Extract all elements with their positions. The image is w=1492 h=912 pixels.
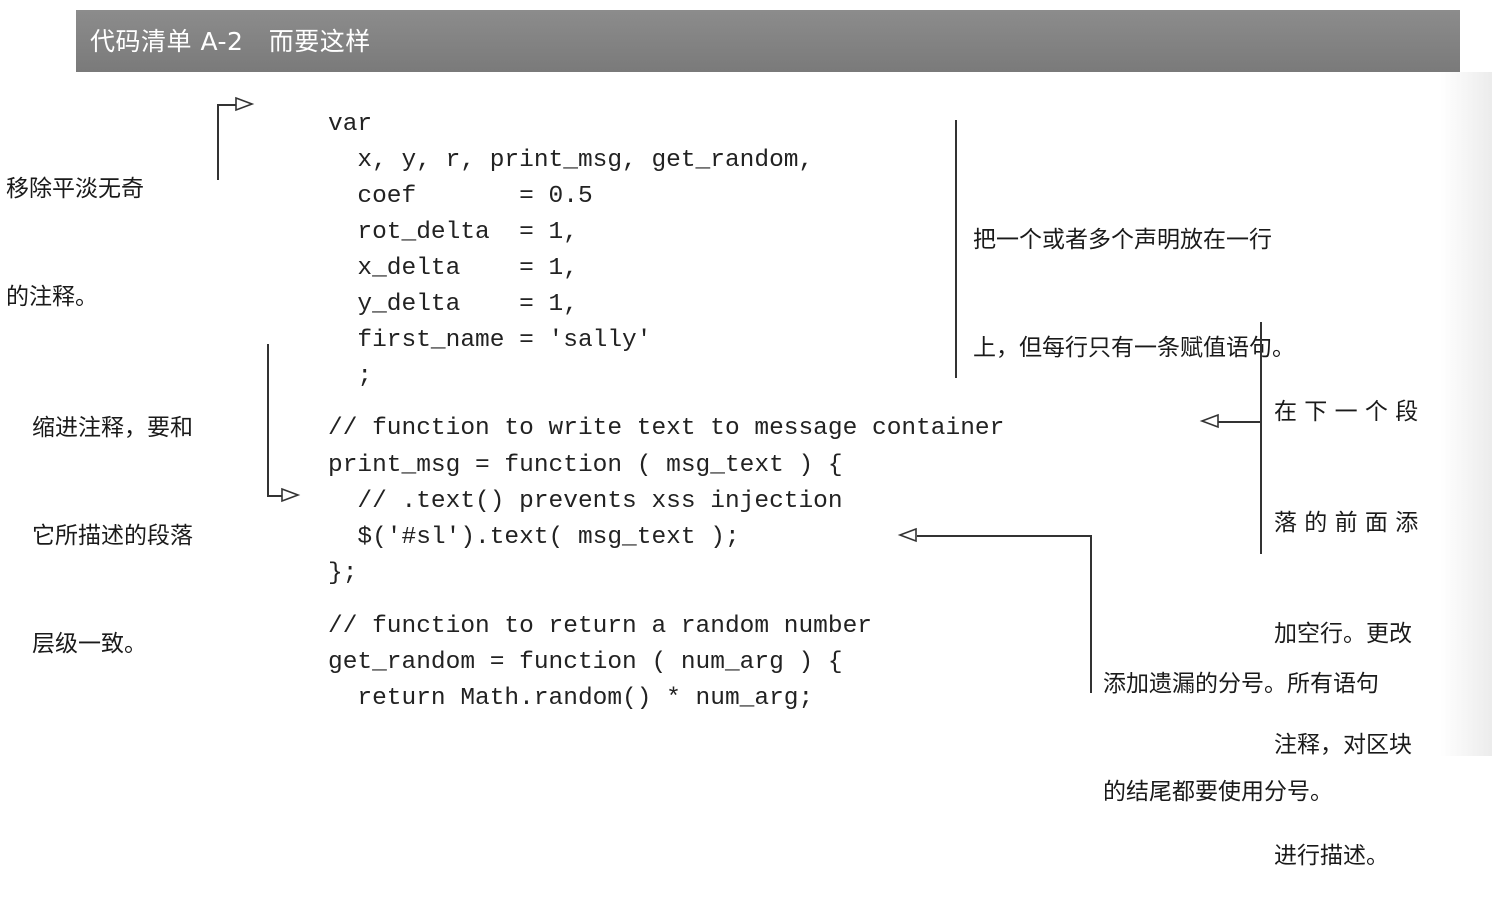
callout-line [1260, 322, 1262, 554]
callout-line [267, 344, 269, 496]
annotation-line: 的注释。 [6, 284, 98, 310]
annotation-line: 把一个或者多个声明放在一行 [973, 227, 1272, 253]
callout-line [1218, 421, 1260, 423]
annotation-line: 上，但每行只有一条赋值语句。 [973, 335, 1295, 361]
annotation-line: 在 下 一 个 段 [1274, 399, 1419, 425]
code-line: x, y, r, print_msg, get_random, [328, 147, 814, 174]
annotation-indent-comments: 缩进注释，要和 它所描述的段落 层级一致。 [32, 338, 193, 698]
code-line: get_random = function ( num_arg ) { [328, 649, 843, 676]
annotation-remove-comments: 移除平淡无奇 的注释。 [6, 99, 144, 351]
annotation-line: 缩进注释，要和 [32, 415, 193, 441]
arrow-head-icon [897, 527, 917, 543]
callout-line [1090, 535, 1092, 693]
code-line: first_name = 'sally' [328, 327, 652, 354]
arrow-head-icon [235, 96, 255, 112]
code-line: // .text() prevents xss injection [328, 488, 843, 515]
code-line: rot_delta = 1, [328, 219, 578, 246]
code-line: x_delta = 1, [328, 255, 578, 282]
callout-line [267, 495, 283, 497]
callout-bracket [217, 104, 219, 180]
code-line: return Math.random() * num_arg; [328, 685, 814, 712]
annotation-line: 它所描述的段落 [32, 523, 193, 549]
annotation-line: 移除平淡无奇 [6, 176, 144, 202]
page-edge-shade [1440, 72, 1492, 756]
code-line: y_delta = 1, [328, 291, 578, 318]
annotation-line: 层级一致。 [32, 631, 147, 657]
listing-title: 代码清单 A-2 而要这样 [90, 27, 371, 56]
annotation-line: 添加遗漏的分号。所有语句 [1103, 671, 1379, 697]
code-line: }; [328, 560, 358, 587]
annotation-line: 落 的 前 面 添 [1274, 510, 1419, 536]
arrow-head-icon [281, 487, 301, 503]
annotation-semicolon: 添加遗漏的分号。所有语句 的结尾都要使用分号。 [1103, 594, 1379, 846]
code-line: coef = 0.5 [328, 183, 593, 210]
arrow-head-icon [1199, 413, 1219, 429]
callout-line [917, 535, 1091, 537]
callout-divider [955, 120, 957, 378]
callout-bracket [217, 104, 237, 106]
code-line: // function to write text to message con… [328, 415, 1005, 442]
code-line: ; [328, 363, 373, 390]
annotation-declarations: 把一个或者多个声明放在一行 上，但每行只有一条赋值语句。 [973, 150, 1295, 402]
code-line: $('#sl').text( msg_text ); [328, 524, 740, 551]
annotation-line: 的结尾都要使用分号。 [1103, 779, 1333, 805]
code-line: print_msg = function ( msg_text ) { [328, 452, 843, 479]
code-line: var [328, 111, 373, 138]
code-line: // function to return a random number [328, 613, 872, 640]
